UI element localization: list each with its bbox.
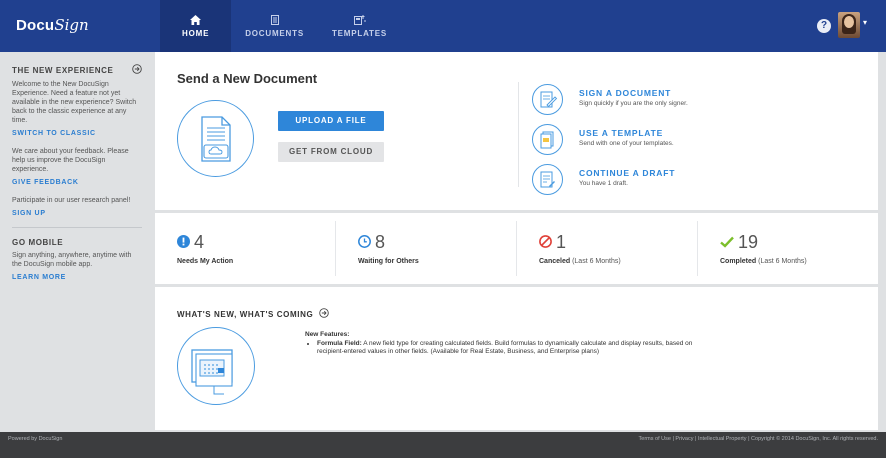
top-navigation-bar: Docu Sign HOME DOCUMENTS TEMPLATES ? ▾ — [0, 0, 886, 52]
sidebar-divider — [12, 227, 142, 228]
stat-needs-my-action[interactable]: 4 Needs My Action — [177, 213, 337, 284]
stat-value: 4 — [194, 232, 205, 252]
stat-value-row: 19 — [720, 232, 758, 253]
research-text: Participate in our user research panel! — [12, 197, 131, 204]
stat-divider — [697, 221, 698, 276]
check-icon — [720, 232, 734, 253]
stat-label-text: Canceled — [539, 258, 571, 265]
stat-completed[interactable]: 19 Completed (Last 6 Months) — [720, 213, 870, 284]
stat-label: Completed (Last 6 Months) — [720, 258, 807, 265]
stat-value-row: 1 — [539, 232, 566, 253]
new-features-block: New Features: Formula Field: A new field… — [305, 331, 705, 357]
sign-up-link[interactable]: SIGN UP — [12, 210, 142, 217]
give-feedback-link[interactable]: GIVE FEEDBACK — [12, 179, 142, 186]
documents-icon — [270, 15, 279, 26]
go-mobile-heading: GO MOBILE — [12, 238, 142, 247]
use-template-action[interactable]: USE A TEMPLATE Send with one of your tem… — [532, 124, 862, 156]
footer: Powered by DocuSign Terms of Use | Priva… — [0, 432, 886, 458]
tab-documents[interactable]: DOCUMENTS — [231, 0, 318, 52]
stat-value-row: 8 — [358, 232, 385, 253]
learn-more-link[interactable]: LEARN MORE — [12, 274, 142, 281]
use-template-subtitle: Send with one of your templates. — [579, 140, 674, 147]
stat-label: Needs My Action — [177, 258, 233, 265]
stat-canceled[interactable]: 1 Canceled (Last 6 Months) — [539, 213, 699, 284]
clock-icon — [358, 232, 371, 253]
continue-draft-subtitle: You have 1 draft. — [579, 180, 628, 187]
footer-links[interactable]: Terms of Use | Privacy | Intellectual Pr… — [639, 436, 878, 442]
alert-icon — [177, 232, 190, 253]
whats-new-panel: WHAT'S NEW, WHAT'S COMING New Features: … — [155, 287, 878, 430]
docusign-logo[interactable]: Docu Sign — [16, 16, 136, 38]
chevron-down-icon[interactable]: ▾ — [863, 18, 867, 27]
list-item: Formula Field: A new field type for crea… — [317, 340, 705, 357]
arrow-circle-icon[interactable] — [319, 308, 330, 320]
sign-document-action[interactable]: SIGN A DOCUMENT Sign quickly if you are … — [532, 84, 862, 116]
stat-waiting-for-others[interactable]: 8 Waiting for Others — [358, 213, 518, 284]
stat-label: Waiting for Others — [358, 258, 419, 265]
stat-value: 8 — [375, 232, 386, 252]
powered-by-text: Powered by DocuSign — [8, 436, 63, 442]
stat-value: 19 — [738, 232, 759, 252]
send-document-panel: Send a New Document UPLOAD A FILE GET FR… — [155, 52, 878, 210]
main-nav: HOME DOCUMENTS TEMPLATES — [160, 0, 401, 52]
stat-divider — [516, 221, 517, 276]
draft-icon — [532, 164, 563, 195]
go-mobile-title: GO MOBILE — [12, 238, 64, 247]
feedback-text: We care about your feedback. Please help… — [12, 148, 129, 173]
new-experience-title: THE NEW EXPERIENCE — [12, 65, 114, 75]
tab-documents-label: DOCUMENTS — [245, 28, 304, 38]
switch-to-classic-link[interactable]: SWITCH TO CLASSIC — [12, 130, 142, 137]
logo-text-docu: Docu — [16, 17, 55, 34]
stat-value: 1 — [556, 232, 567, 252]
stat-label-text: Needs My Action — [177, 258, 234, 265]
upload-file-button[interactable]: UPLOAD A FILE — [278, 111, 384, 131]
stat-label-suffix: (Last 6 Months) — [572, 258, 621, 265]
tab-home-label: HOME — [182, 28, 210, 38]
stat-label: Canceled (Last 6 Months) — [539, 258, 621, 265]
tab-templates-label: TEMPLATES — [331, 28, 388, 38]
logo-text-sign: Sign — [54, 16, 89, 34]
stat-label-text: Waiting for Others — [358, 258, 419, 265]
sidebar: THE NEW EXPERIENCE Welcome to the New Do… — [0, 52, 154, 432]
templates-icon — [353, 15, 366, 26]
stat-label-suffix: (Last 6 Months) — [758, 258, 807, 265]
new-features-heading: New Features: — [305, 331, 350, 338]
upload-document-icon — [177, 100, 254, 177]
send-document-title: Send a New Document — [177, 71, 318, 86]
whats-new-heading[interactable]: WHAT'S NEW, WHAT'S COMING — [177, 308, 330, 320]
help-icon[interactable]: ? — [817, 19, 831, 33]
canceled-icon — [539, 232, 552, 253]
stat-label-text: Completed — [720, 258, 757, 265]
panel-divider — [518, 82, 519, 187]
stat-value-row: 4 — [177, 232, 204, 253]
new-experience-text: Welcome to the New DocuSign Experience. … — [12, 81, 137, 124]
continue-draft-title: CONTINUE A DRAFT — [579, 168, 676, 178]
sign-document-icon — [532, 84, 563, 115]
sign-document-title: SIGN A DOCUMENT — [579, 88, 672, 98]
sign-document-subtitle: Sign quickly if you are the only signer. — [579, 100, 688, 107]
feature-description: A new field type for creating calculated… — [317, 339, 693, 356]
avatar[interactable] — [838, 12, 860, 38]
arrow-circle-icon[interactable] — [132, 64, 142, 76]
go-mobile-text: Sign anything, anywhere, anytime with th… — [12, 252, 132, 268]
whats-new-title: WHAT'S NEW, WHAT'S COMING — [177, 309, 314, 319]
tab-templates[interactable]: TEMPLATES — [318, 0, 401, 52]
template-icon — [532, 124, 563, 155]
get-from-cloud-button[interactable]: GET FROM CLOUD — [278, 142, 384, 162]
avatar-face — [844, 16, 854, 28]
home-icon — [190, 15, 202, 26]
use-template-title: USE A TEMPLATE — [579, 128, 664, 138]
stat-divider — [335, 221, 336, 276]
feature-list: Formula Field: A new field type for crea… — [317, 340, 705, 357]
tab-home[interactable]: HOME — [160, 0, 232, 52]
formula-field-illustration-icon — [177, 327, 255, 405]
new-experience-heading: THE NEW EXPERIENCE — [12, 64, 142, 76]
envelope-stats-panel: 4 Needs My Action 8 Waiting for Others 1… — [155, 213, 878, 284]
continue-draft-action[interactable]: CONTINUE A DRAFT You have 1 draft. — [532, 164, 862, 196]
feature-name: Formula Field: — [317, 339, 362, 347]
